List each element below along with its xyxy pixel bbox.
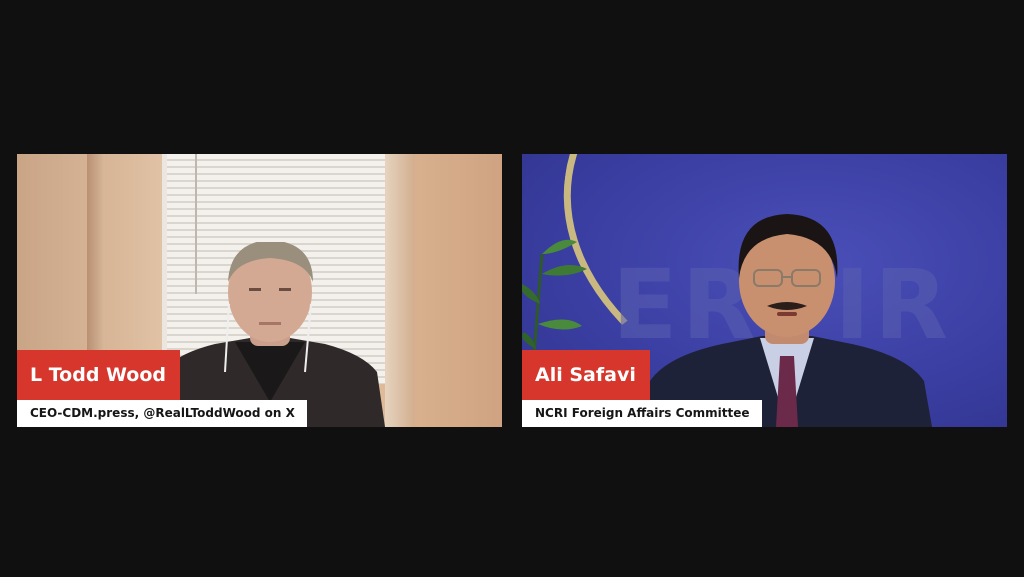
participant-tile-left[interactable]: L Todd Wood CEO-CDM.press, @RealLToddWoo…: [17, 154, 502, 427]
participant-title-tag: NCRI Foreign Affairs Committee: [522, 400, 762, 427]
video-call-stage: L Todd Wood CEO-CDM.press, @RealLToddWoo…: [0, 0, 1024, 577]
participant-video-person-right: [642, 214, 932, 427]
participant-tile-right[interactable]: ER IR Ali Safavi NCRI Foreign Affairs Co…: [522, 154, 1007, 427]
window-frame: [385, 154, 415, 427]
participant-title-tag: CEO-CDM.press, @RealLToddWood on X: [17, 400, 307, 427]
participant-name-tag: L Todd Wood: [17, 350, 181, 400]
participant-name-tag: Ali Safavi: [522, 350, 650, 400]
